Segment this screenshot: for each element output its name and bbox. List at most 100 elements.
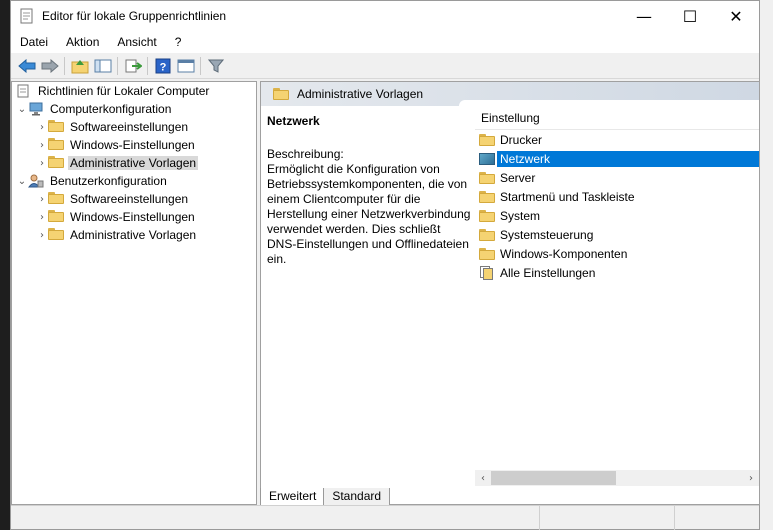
tree-item-label: Softwareeinstellungen [70, 192, 189, 206]
list-item-label: Alle Einstellungen [500, 265, 596, 280]
properties-button[interactable] [174, 55, 197, 77]
list-item-label: System [500, 208, 541, 223]
tree-computer-config-label: Computerkonfiguration [50, 102, 172, 116]
folder-icon [479, 133, 495, 146]
scroll-left-icon[interactable]: ‹ [475, 473, 491, 484]
tree-user-config-label: Benutzerkonfiguration [50, 174, 167, 188]
list-item-label: Drucker [500, 132, 543, 147]
main-content: Richtlinien für Lokaler Computer ⌄ Compu… [11, 81, 760, 506]
chevron-down-icon[interactable]: ⌄ [16, 100, 28, 118]
list-item-netzwerk[interactable]: Netzwerk [475, 149, 759, 168]
selected-item-title: Netzwerk [267, 114, 320, 128]
tree-item-label: Administrative Vorlagen [70, 228, 197, 242]
tree-item-label: Administrative Vorlagen [68, 156, 199, 170]
tree-computer-software[interactable]: › Softwareeinstellungen [12, 118, 256, 136]
list-item-drucker[interactable]: Drucker [475, 130, 759, 149]
export-list-button[interactable] [121, 55, 144, 77]
menu-ansicht[interactable]: Ansicht [108, 35, 165, 49]
status-segment [11, 506, 541, 530]
column-header-einstellung[interactable]: Einstellung [475, 106, 759, 130]
tree-computer-windows[interactable]: › Windows-Einstellungen [12, 136, 256, 154]
forward-button[interactable] [38, 55, 61, 77]
back-arrow-icon [17, 58, 35, 73]
all-settings-icon [479, 265, 495, 280]
tree-user-config[interactable]: ⌄ Benutzerkonfiguration [12, 172, 256, 190]
help-button[interactable]: ? [151, 55, 174, 77]
list-item-label: Windows-Komponenten [500, 246, 628, 261]
folder-icon [479, 228, 495, 241]
up-folder-button[interactable] [68, 55, 91, 77]
show-hide-tree-button[interactable] [91, 55, 114, 77]
description-label: Beschreibung: [267, 147, 344, 161]
tree-root-label: Richtlinien für Lokaler Computer [38, 84, 210, 98]
list-item-windows-komponenten[interactable]: Windows-Komponenten [475, 244, 759, 263]
scroll-track[interactable] [491, 471, 743, 485]
minimize-button[interactable]: — [621, 1, 667, 31]
toolbar-separator [64, 56, 65, 75]
folder-icon [273, 87, 289, 100]
chevron-right-icon[interactable]: › [36, 208, 48, 226]
status-segment [675, 506, 759, 530]
scroll-thumb[interactable] [491, 471, 616, 485]
policy-document-icon [16, 84, 32, 98]
list-item-alle-einstellungen[interactable]: Alle Einstellungen [475, 263, 759, 282]
tree-user-admin-templates[interactable]: › Administrative Vorlagen [12, 226, 256, 244]
menu-datei[interactable]: Datei [11, 35, 57, 49]
chevron-right-icon[interactable]: › [36, 190, 48, 208]
list-item-label: Startmenü und Taskleiste [500, 189, 635, 204]
horizontal-scrollbar[interactable]: ‹ › [475, 470, 759, 486]
chevron-right-icon[interactable]: › [36, 118, 48, 136]
tree-computer-config[interactable]: ⌄ Computerkonfiguration [12, 100, 256, 118]
list-item-systemsteuerung[interactable]: Systemsteuerung [475, 225, 759, 244]
folder-icon [48, 138, 64, 152]
filter-icon [207, 59, 224, 73]
menu-bar: Datei Aktion Ansicht ? [11, 31, 759, 53]
chevron-right-icon[interactable]: › [36, 226, 48, 244]
network-folder-icon [479, 152, 495, 165]
title-bar[interactable]: Editor für lokale Gruppenrichtlinien — ☐… [11, 1, 759, 31]
tree-item-label: Softwareeinstellungen [70, 120, 189, 134]
settings-list[interactable]: Einstellung Drucker Netzwerk Server Star… [475, 106, 759, 464]
scroll-right-icon[interactable]: › [743, 473, 759, 484]
status-segment [540, 506, 676, 530]
description-text: Ermöglicht die Konfiguration von Betrieb… [267, 162, 471, 266]
folder-icon [479, 209, 495, 222]
details-pane: Administrative Vorlagen Netzwerk Beschre… [260, 81, 760, 505]
svg-text:?: ? [159, 61, 166, 73]
chevron-right-icon[interactable]: › [36, 136, 48, 154]
folder-icon [48, 210, 64, 224]
toolbar: ? [11, 53, 759, 79]
console-tree-icon [94, 59, 111, 72]
window-title: Editor für lokale Gruppenrichtlinien [42, 9, 227, 23]
folder-icon [479, 171, 495, 184]
folder-icon [479, 247, 495, 260]
folder-icon [48, 156, 64, 170]
menu-aktion[interactable]: Aktion [57, 35, 108, 49]
tree-root[interactable]: Richtlinien für Lokaler Computer [12, 82, 256, 100]
maximize-button[interactable]: ☐ [667, 1, 713, 31]
list-item-startmenu[interactable]: Startmenü und Taskleiste [475, 187, 759, 206]
filter-button[interactable] [204, 55, 227, 77]
tree-item-label: Windows-Einstellungen [70, 210, 195, 224]
back-button[interactable] [15, 55, 38, 77]
tree-computer-admin-templates[interactable]: › Administrative Vorlagen [12, 154, 256, 172]
forward-arrow-icon [41, 58, 59, 73]
status-bar [11, 505, 759, 530]
computer-icon [28, 102, 44, 116]
user-icon [28, 174, 44, 188]
tab-erweitert[interactable]: Erweitert [260, 488, 326, 506]
chevron-down-icon[interactable]: ⌄ [16, 172, 28, 190]
list-item-system[interactable]: System [475, 206, 759, 225]
tree-user-windows[interactable]: › Windows-Einstellungen [12, 208, 256, 226]
list-item-label: Systemsteuerung [500, 227, 594, 242]
folder-icon [479, 190, 495, 203]
tree-user-software[interactable]: › Softwareeinstellungen [12, 190, 256, 208]
tab-standard[interactable]: Standard [323, 488, 391, 506]
menu-help[interactable]: ? [166, 35, 191, 49]
console-tree[interactable]: Richtlinien für Lokaler Computer ⌄ Compu… [11, 81, 257, 505]
list-item-label: Netzwerk [497, 150, 759, 167]
folder-icon [48, 192, 64, 206]
close-button[interactable]: ✕ [713, 1, 759, 31]
chevron-right-icon[interactable]: › [36, 154, 48, 172]
list-item-server[interactable]: Server [475, 168, 759, 187]
